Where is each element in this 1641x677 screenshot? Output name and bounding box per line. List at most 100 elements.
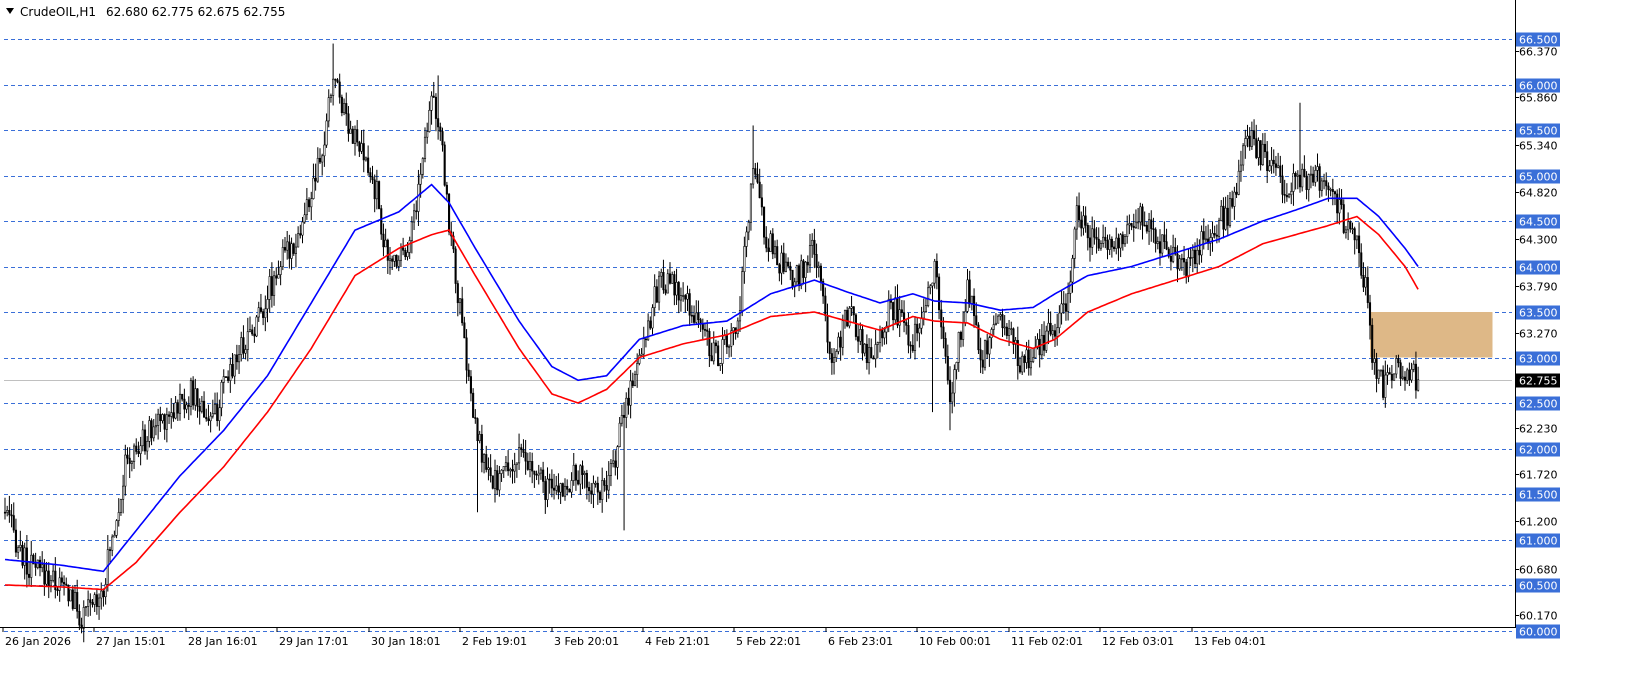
candle-body bbox=[1086, 225, 1089, 239]
candle-body bbox=[408, 240, 411, 253]
candle-body bbox=[283, 247, 287, 251]
candle-body bbox=[623, 414, 626, 418]
time-axis-border bbox=[0, 627, 1515, 628]
candle-body bbox=[159, 413, 162, 422]
candle-body bbox=[1248, 135, 1251, 147]
candle-body bbox=[1145, 224, 1148, 232]
candle-body bbox=[299, 233, 302, 236]
candle-body bbox=[87, 599, 90, 607]
candle-body bbox=[1005, 326, 1008, 336]
candle-body bbox=[524, 452, 527, 462]
candle-body bbox=[800, 260, 803, 287]
candle-body bbox=[743, 246, 746, 273]
candle-body bbox=[1340, 199, 1343, 205]
candle-body bbox=[1001, 314, 1004, 329]
time-label: 11 Feb 02:01 bbox=[1011, 635, 1083, 648]
candle-body bbox=[1303, 168, 1306, 177]
candle-body bbox=[404, 250, 407, 258]
candle-body bbox=[789, 265, 792, 271]
time-label: 6 Feb 23:01 bbox=[828, 635, 893, 648]
candle-body bbox=[47, 570, 50, 586]
candle-body bbox=[467, 369, 470, 377]
candle-body bbox=[445, 184, 448, 195]
candle-body bbox=[1342, 204, 1345, 233]
candle-body bbox=[406, 252, 409, 258]
candle-body bbox=[896, 297, 899, 326]
candle-body bbox=[566, 485, 569, 490]
candle-body bbox=[990, 329, 993, 339]
candle-body bbox=[695, 312, 698, 323]
candle-body bbox=[273, 275, 276, 296]
candle-body bbox=[767, 247, 770, 252]
candle-body bbox=[1414, 363, 1417, 391]
candle-body bbox=[421, 158, 424, 175]
candle-body bbox=[1412, 363, 1415, 370]
candle-body bbox=[999, 314, 1002, 317]
candle-body bbox=[651, 307, 654, 329]
candle-body bbox=[434, 96, 437, 119]
candle-body bbox=[633, 374, 637, 386]
candle-body bbox=[310, 198, 313, 208]
candle-body bbox=[679, 295, 682, 301]
candle-body bbox=[688, 293, 691, 316]
candle-body bbox=[502, 466, 505, 471]
price-chart[interactable]: 60.000 60.500 61.000 61.500 62.000 62.500 63.0… bbox=[0, 0, 1641, 673]
candle-body bbox=[763, 206, 766, 238]
candle-body bbox=[1148, 219, 1151, 232]
candle-body bbox=[172, 412, 175, 419]
candle-body bbox=[262, 311, 265, 318]
candle-body bbox=[358, 141, 361, 152]
candle-body bbox=[1202, 231, 1205, 240]
candle-body bbox=[1091, 228, 1094, 248]
candle-body bbox=[752, 168, 755, 185]
candle-body bbox=[430, 95, 433, 111]
candle-body bbox=[1082, 215, 1085, 229]
candle-body bbox=[894, 297, 897, 321]
candle-body bbox=[281, 247, 284, 268]
candle-body bbox=[857, 336, 860, 342]
candle-body bbox=[708, 331, 711, 357]
candle-body bbox=[1362, 275, 1365, 288]
candle-body bbox=[518, 447, 521, 464]
candle-body bbox=[1316, 166, 1319, 171]
candle-body bbox=[511, 469, 514, 472]
candle-body bbox=[1150, 219, 1153, 229]
candle-body bbox=[693, 315, 696, 323]
candle-body bbox=[804, 261, 807, 278]
candle-body bbox=[28, 573, 31, 578]
candle-body bbox=[997, 315, 1000, 324]
chart-window[interactable]: 60.000 60.500 61.000 61.500 62.000 62.500 63.0… bbox=[0, 0, 1641, 673]
candle-body bbox=[314, 177, 317, 182]
time-label: 4 Feb 21:01 bbox=[645, 635, 710, 648]
candle-body bbox=[1130, 223, 1133, 227]
candle-body bbox=[909, 344, 912, 347]
candle-body bbox=[841, 320, 844, 348]
candle-body bbox=[913, 323, 917, 351]
candle-body bbox=[684, 295, 687, 300]
candle-body bbox=[546, 478, 549, 500]
candle-body bbox=[17, 547, 20, 553]
candle-body bbox=[712, 342, 715, 362]
candle-body bbox=[544, 481, 547, 500]
candle-body bbox=[1049, 322, 1052, 335]
candle-body bbox=[115, 520, 118, 536]
candle-body bbox=[150, 420, 153, 439]
candle-body bbox=[496, 470, 499, 491]
candle-body bbox=[1069, 281, 1072, 294]
candle-body bbox=[1401, 376, 1404, 379]
time-label: 5 Feb 22:01 bbox=[736, 635, 801, 648]
candle-body bbox=[474, 417, 477, 419]
candle-body bbox=[690, 314, 693, 317]
candle-body bbox=[165, 414, 168, 430]
candle-body bbox=[631, 380, 634, 386]
candle-body bbox=[373, 179, 376, 200]
price-level-label: 61.500 bbox=[1519, 489, 1558, 502]
candle-body bbox=[1261, 143, 1264, 166]
candle-body bbox=[1360, 252, 1363, 276]
candle-body bbox=[1021, 355, 1024, 373]
candle-body bbox=[133, 445, 136, 462]
price-level-label: 64.000 bbox=[1519, 262, 1558, 275]
candle-body bbox=[454, 248, 457, 284]
candle-body bbox=[253, 333, 256, 337]
candle-body bbox=[231, 364, 234, 377]
